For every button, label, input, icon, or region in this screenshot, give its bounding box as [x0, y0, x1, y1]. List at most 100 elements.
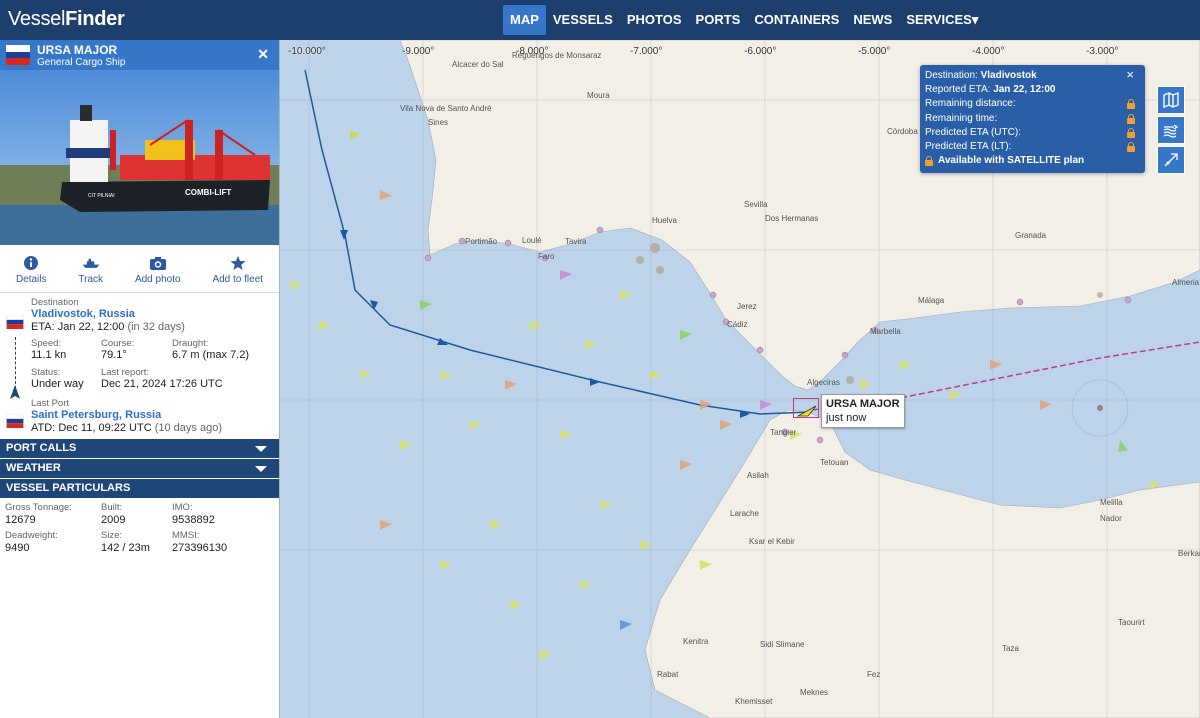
place-label: Nador — [1100, 514, 1122, 523]
ruler-icon — [1164, 153, 1178, 167]
lon-label: -6.000° — [744, 46, 777, 57]
gt-label: Gross Tonnage: — [5, 502, 72, 513]
draught-value: 6.7 m (max 7.2) — [172, 349, 250, 361]
lock-icon — [1127, 127, 1135, 138]
eta-value: Jan 22, 12:00 — [57, 321, 125, 333]
add-to-fleet-button[interactable]: Add to fleet — [212, 255, 263, 292]
popup-close-icon[interactable]: × — [1126, 68, 1134, 82]
place-label: Ksar el Kebir — [749, 537, 795, 546]
vesselfinder-logo[interactable]: VesselFinder — [8, 8, 125, 31]
vessel-highlight-box — [793, 398, 819, 418]
size-value: 142 / 23m — [101, 542, 150, 554]
vessel-particulars-section[interactable]: VESSEL PARTICULARS — [0, 478, 279, 498]
nav-vessels[interactable]: VESSELS — [546, 5, 620, 35]
main-nav: MAP VESSELS PHOTOS PORTS CONTAINERS NEWS… — [503, 5, 985, 35]
popup-dest-label: Destination: — [925, 70, 978, 81]
measure-tool-button[interactable] — [1157, 146, 1185, 174]
place-label: Jerez — [737, 302, 757, 311]
place-label: Alcacer do Sal — [452, 60, 504, 69]
ship-icon — [82, 258, 99, 268]
place-label: Sines — [428, 118, 449, 127]
last-port-link[interactable]: Saint Petersburg, Russia — [31, 409, 161, 421]
port-calls-section[interactable]: PORT CALLS — [0, 438, 279, 458]
place-label: Dos Hermanas — [765, 214, 819, 223]
add-photo-button[interactable]: Add photo — [135, 255, 181, 292]
vessel-actions: Details Track Add photo Add to fleet — [0, 245, 279, 293]
built-value: 2009 — [101, 514, 126, 526]
weather-layer-button[interactable] — [1157, 116, 1185, 144]
particulars-title: VESSEL PARTICULARS — [6, 482, 131, 494]
imo-label: IMO: — [172, 502, 193, 513]
dwt-value: 9490 — [5, 542, 30, 554]
star-icon — [230, 256, 246, 270]
place-label: Málaga — [918, 296, 945, 305]
place-label: Tetouan — [820, 458, 849, 467]
nav-photos[interactable]: PHOTOS — [620, 5, 689, 35]
vessel-header: URSA MAJOR General Cargo Ship ✕ — [0, 40, 279, 70]
nav-containers[interactable]: CONTAINERS — [747, 5, 846, 35]
place-label: Portimão — [465, 237, 498, 246]
ship-photo: CIT PILNIAI COMBI-LIFT — [0, 70, 279, 245]
weather-section[interactable]: WEATHER — [0, 458, 279, 478]
chevron-down-icon — [255, 446, 267, 452]
map-layers-button[interactable] — [1157, 86, 1185, 114]
course-label: Course: — [101, 338, 135, 349]
lon-label: -3.000° — [1086, 46, 1119, 57]
dwt-label: Deadweight: — [5, 530, 58, 541]
place-label: Vila Nova de Santo André — [400, 104, 492, 113]
place-label: Sidi Slimane — [760, 640, 805, 649]
destination-label: Destination — [31, 297, 79, 308]
destination-link[interactable]: Vladivostok, Russia — [31, 308, 135, 320]
nav-map[interactable]: MAP — [503, 5, 546, 35]
lock-icon — [925, 156, 933, 167]
lon-label: -7.000° — [630, 46, 663, 57]
vessel-type: General Cargo Ship — [37, 57, 126, 68]
vessel-name: URSA MAJOR — [37, 43, 118, 57]
russia-flag-icon — [6, 45, 30, 65]
eta-relative: (in 32 days) — [127, 321, 185, 333]
eta-popup: Destination: Vladivostok × Reported ETA: … — [920, 65, 1145, 173]
place-label: Kenitra — [683, 637, 709, 646]
route-line — [15, 337, 16, 389]
place-label: Larache — [730, 509, 759, 518]
vessel-map-label[interactable]: URSA MAJOR just now — [821, 394, 905, 428]
info-icon — [24, 256, 39, 270]
details-label: Details — [15, 274, 47, 285]
speed-value: 11.1 kn — [31, 349, 67, 361]
place-label: Rabat — [657, 670, 679, 679]
nav-ports[interactable]: PORTS — [689, 5, 748, 35]
place-label: Taza — [1002, 644, 1019, 653]
atd-value: Dec 11, 09:22 UTC — [58, 422, 152, 434]
nav-services[interactable]: SERVICES▾ — [899, 5, 985, 35]
camera-icon — [149, 257, 166, 270]
built-label: Built: — [101, 502, 123, 513]
place-label: Marbella — [870, 327, 901, 336]
status-value: Under way — [31, 378, 84, 390]
place-label: Berkane — [1178, 549, 1200, 558]
eta-label: ETA: — [31, 321, 55, 333]
place-label: Cádiz — [727, 320, 748, 329]
waves-icon — [1163, 124, 1179, 138]
place-label: Algeciras — [807, 378, 840, 387]
lon-label: -10.000° — [288, 46, 326, 57]
place-label: Sevilla — [744, 200, 768, 209]
close-icon[interactable]: ✕ — [257, 46, 269, 63]
vessel-map-name: URSA MAJOR — [826, 398, 900, 410]
track-button[interactable]: Track — [78, 255, 103, 292]
particulars-grid: Gross Tonnage: 12679 Built: 2009 IMO: 95… — [0, 498, 279, 558]
weather-title: WEATHER — [6, 462, 61, 474]
vessel-map-time: just now — [826, 412, 867, 424]
svg-text:COMBI-LIFT: COMBI-LIFT — [185, 188, 231, 197]
vessel-photo[interactable]: CIT PILNIAI COMBI-LIFT — [0, 70, 279, 245]
mmsi-value: 273396130 — [172, 542, 228, 554]
place-label: Melilla — [1100, 498, 1123, 507]
details-button[interactable]: Details — [16, 255, 47, 292]
place-label: Fez — [867, 670, 881, 679]
atd-relative: (10 days ago) — [154, 422, 222, 434]
last-port-label: Last Port — [31, 398, 70, 409]
russia-flag-icon — [6, 315, 24, 329]
popup-satellite-link[interactable]: Available with SATELLITE plan — [938, 155, 1084, 166]
chevron-down-icon — [255, 466, 267, 472]
place-label: Granada — [1015, 231, 1047, 240]
nav-news[interactable]: NEWS — [846, 5, 899, 35]
